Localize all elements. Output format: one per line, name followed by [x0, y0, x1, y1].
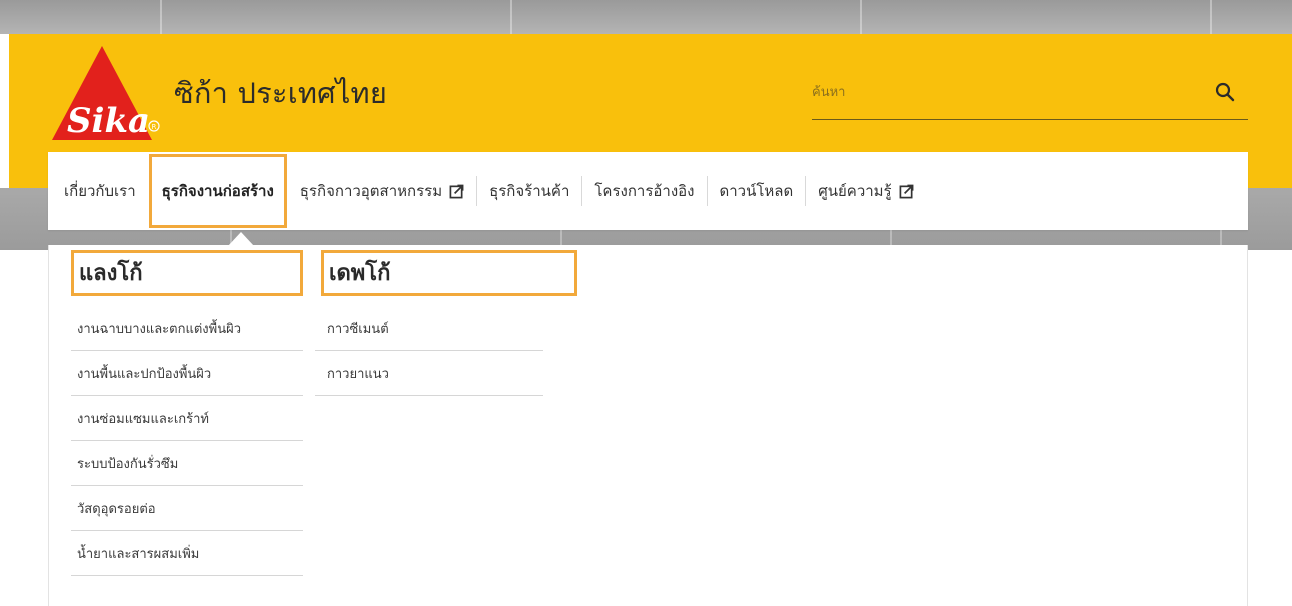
nav-item-distribution[interactable]: ธุรกิจร้านค้า: [476, 176, 581, 206]
menu-item[interactable]: น้ำยาและสารผสมเพิ่ม: [71, 531, 303, 576]
nav-item-knowledge[interactable]: ศูนย์ความรู้: [805, 176, 925, 206]
menu-column-list: งานฉาบบางและตกแต่งพื้นผิว งานพื้นและปกป้…: [71, 306, 303, 576]
menu-column-depco: เดพโก้ กาวซีเมนต์ กาวยาแนว: [315, 250, 577, 396]
nav-label: ธุรกิจงานก่อสร้าง: [161, 182, 274, 200]
dropdown-caret: [228, 232, 254, 246]
search-button[interactable]: [1212, 80, 1238, 106]
menu-column-lanko: แลงโก้ งานฉาบบางและตกแต่งพื้นผิว งานพื้น…: [71, 250, 303, 576]
nav-item-downloads[interactable]: ดาวน์โหลด: [706, 176, 806, 206]
mega-menu-dropdown: แลงโก้ งานฉาบบางและตกแต่งพื้นผิว งานพื้น…: [48, 245, 1248, 606]
menu-column-heading[interactable]: แลงโก้: [71, 250, 303, 296]
nav-label: โครงการอ้างอิง: [594, 182, 695, 200]
sika-logo-icon: Sika R: [52, 46, 160, 141]
nav-label: ศูนย์ความรู้: [818, 182, 892, 200]
menu-item[interactable]: งานพื้นและปกป้องพื้นผิว: [71, 351, 303, 396]
main-nav: เกี่ยวกับเรา ธุรกิจงานก่อสร้าง ธุรกิจกาว…: [48, 152, 1248, 230]
logo-wordmark: Sika: [67, 101, 150, 141]
nav-label: ดาวน์โหลด: [719, 182, 794, 200]
nav-label: ธุรกิจกาวอุตสาหกรรม: [299, 182, 443, 200]
sika-logo[interactable]: Sika R: [52, 44, 164, 142]
menu-item[interactable]: วัสดุอุดรอยต่อ: [71, 486, 303, 531]
menu-column-heading[interactable]: เดพโก้: [321, 250, 577, 296]
menu-item[interactable]: กาวยาแนว: [315, 351, 543, 396]
nav-item-industry[interactable]: ธุรกิจกาวอุตสาหกรรม: [288, 176, 476, 206]
site-title: ซิก้า ประเทศไทย: [174, 76, 388, 110]
nav-label: เกี่ยวกับเรา: [64, 182, 136, 200]
nav-item-construction[interactable]: ธุรกิจงานก่อสร้าง: [148, 154, 287, 228]
nav-item-about[interactable]: เกี่ยวกับเรา: [54, 176, 148, 206]
menu-item[interactable]: ระบบป้องกันรั่วซึม: [71, 441, 303, 486]
menu-item[interactable]: งานฉาบบางและตกแต่งพื้นผิว: [71, 306, 303, 351]
external-link-icon: [899, 184, 914, 198]
background-texture-top: [0, 0, 1292, 34]
menu-column-list: กาวซีเมนต์ กาวยาแนว: [315, 306, 577, 396]
search-icon: [1215, 82, 1235, 101]
external-link-icon: [449, 184, 464, 198]
svg-text:R: R: [152, 123, 157, 131]
search-bar: [812, 76, 1248, 120]
search-input[interactable]: [812, 76, 1192, 108]
menu-item[interactable]: งานซ่อมแซมและเกร้าท์: [71, 396, 303, 441]
nav-item-projects[interactable]: โครงการอ้างอิง: [581, 176, 706, 206]
menu-item[interactable]: กาวซีเมนต์: [315, 306, 543, 351]
nav-label: ธุรกิจร้านค้า: [489, 182, 570, 200]
